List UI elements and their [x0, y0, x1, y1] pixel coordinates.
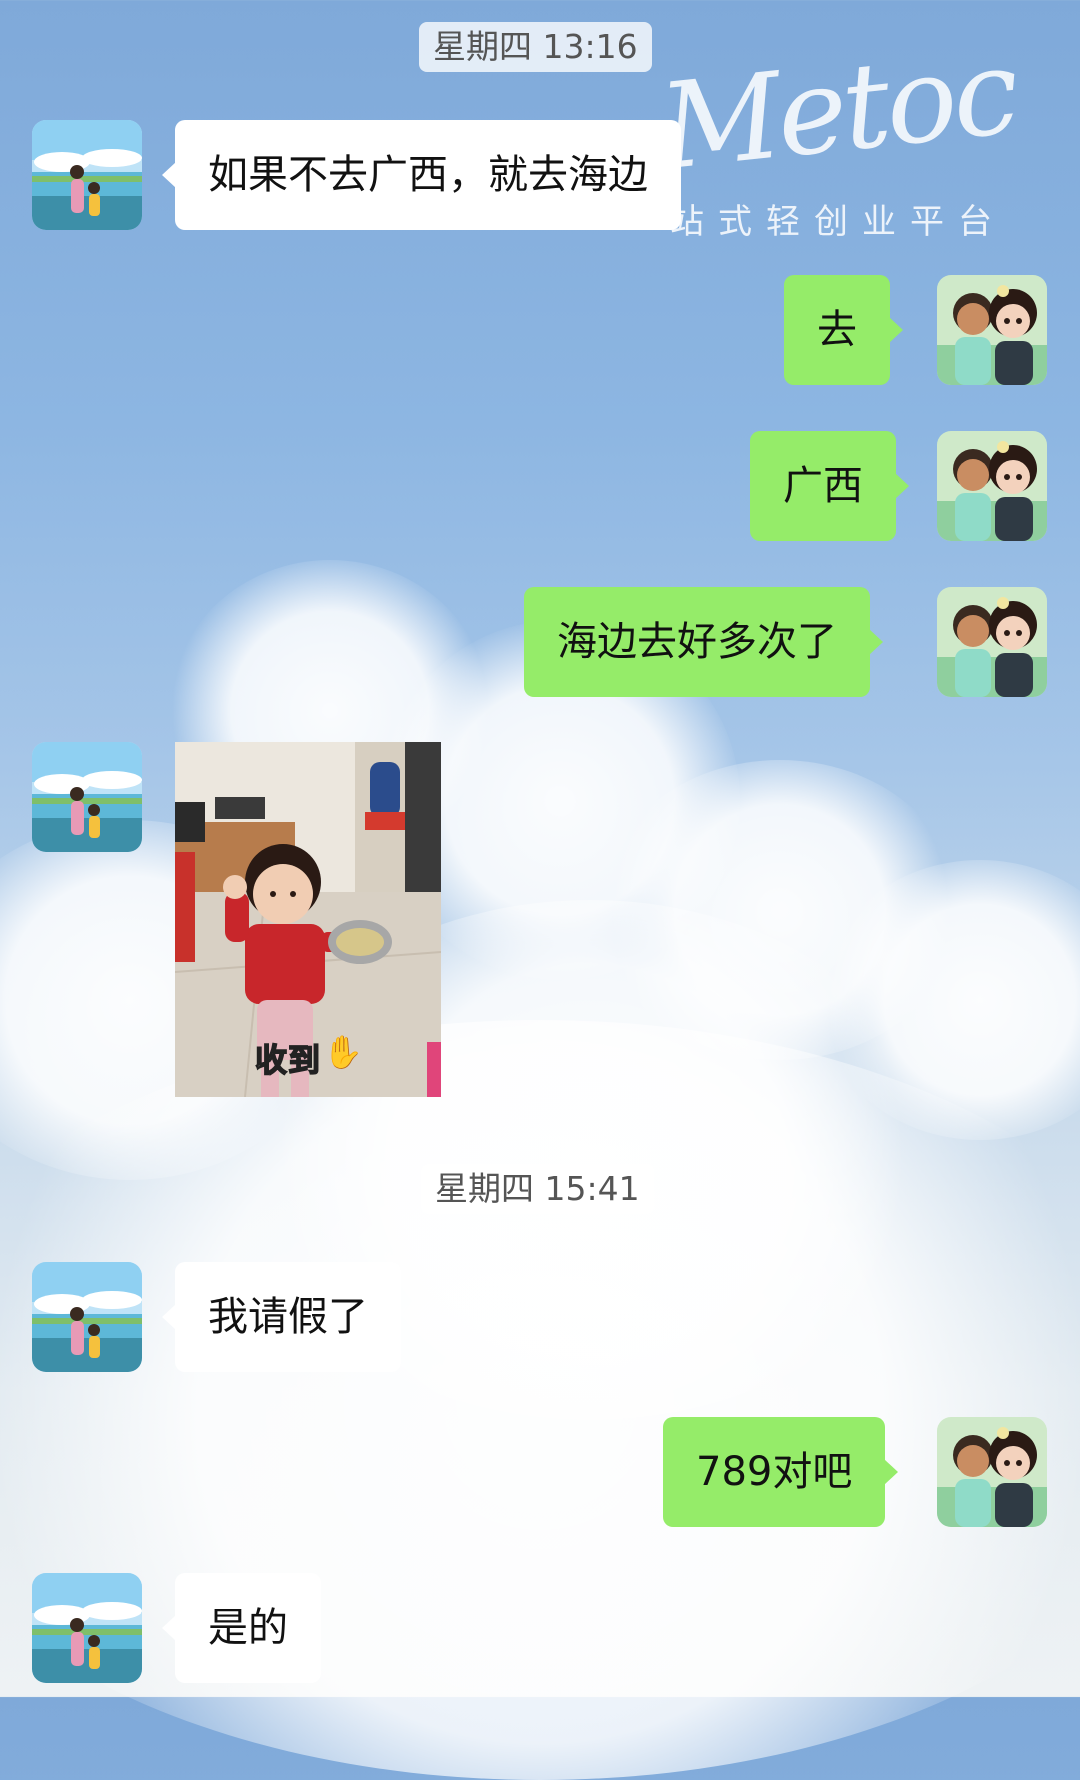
- message-image[interactable]: 收到 ✋: [175, 742, 441, 1097]
- message-bubble-outgoing[interactable]: 广西: [750, 431, 909, 541]
- message-bubble-incoming[interactable]: 我请假了: [162, 1262, 401, 1372]
- avatar-image: [937, 1417, 1047, 1527]
- message-bubble-outgoing[interactable]: 海边去好多次了: [524, 587, 883, 697]
- my-avatar[interactable]: [937, 431, 1047, 541]
- contact-avatar[interactable]: [32, 742, 142, 852]
- avatar-image: [32, 120, 142, 230]
- contact-avatar[interactable]: [32, 1262, 142, 1372]
- avatar-image: [937, 431, 1047, 541]
- my-avatar[interactable]: [937, 587, 1047, 697]
- message-bubble-outgoing[interactable]: 去: [784, 275, 903, 385]
- message-bubble-incoming[interactable]: 如果不去广西，就去海边: [162, 120, 681, 230]
- avatar-image: [937, 587, 1047, 697]
- my-avatar[interactable]: [937, 275, 1047, 385]
- contact-avatar[interactable]: [32, 1573, 142, 1683]
- salute-hand-icon: ✋: [323, 1033, 363, 1071]
- message-bubble-outgoing[interactable]: 789对吧: [663, 1417, 899, 1527]
- avatar-image: [32, 1262, 142, 1372]
- watermark-subtitle: 站式轻创业平台: [670, 202, 1006, 242]
- avatar-image: [32, 1573, 142, 1683]
- chat-timestamp: 星期四 15:41: [421, 1164, 654, 1214]
- chat-timestamp: 星期四 13:16: [419, 22, 652, 72]
- watermark-logo: Metoc: [653, 21, 1022, 197]
- avatar-image: [32, 742, 142, 852]
- message-bubble-incoming[interactable]: 是的: [162, 1573, 321, 1683]
- avatar-image: [937, 275, 1047, 385]
- contact-avatar[interactable]: [32, 120, 142, 230]
- image-caption: 收到: [254, 1040, 322, 1080]
- my-avatar[interactable]: [937, 1417, 1047, 1527]
